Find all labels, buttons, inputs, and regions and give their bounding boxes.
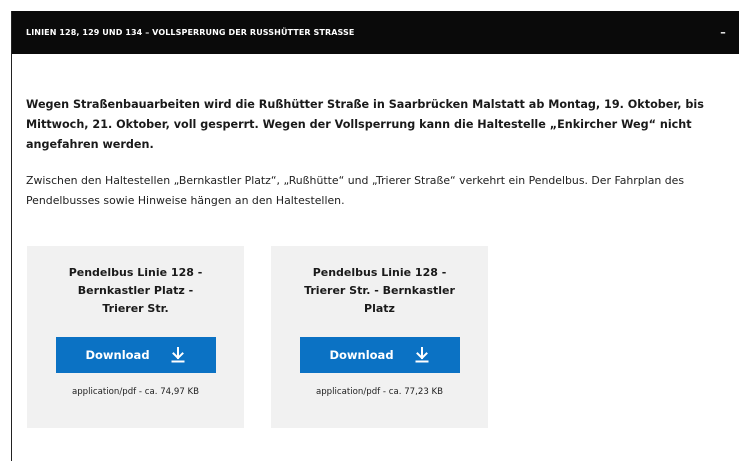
file-meta: application/pdf - ca. 74,97 KB [71, 387, 200, 397]
accordion-panel: LINIEN 128, 129 UND 134 – VOLLSPERRUNG D… [11, 11, 739, 461]
download-button[interactable]: Download [55, 337, 216, 373]
download-icon [170, 347, 186, 363]
download-card: Pendelbus Linie 128 - Bernkastler Platz … [27, 246, 244, 428]
download-button-label: Download [329, 348, 394, 362]
accordion-title: LINIEN 128, 129 UND 134 – VOLLSPERRUNG D… [26, 28, 355, 37]
download-card-title: Pendelbus Linie 128 - Trierer Str. - Ber… [304, 266, 455, 315]
download-button-label: Download [85, 348, 150, 362]
lead-paragraph: Wegen Straßenbauarbeiten wird die Rußhüt… [26, 98, 704, 151]
collapse-toggle[interactable]: – [717, 26, 729, 39]
body-paragraph: Zwischen den Haltestellen „Bernkastler P… [26, 174, 685, 207]
download-card: Pendelbus Linie 128 - Trierer Str. - Ber… [271, 246, 488, 428]
download-card-title: Pendelbus Linie 128 - Bernkastler Platz … [68, 266, 203, 315]
accordion-content: Wegen Straßenbauarbeiten wird die Rußhüt… [12, 95, 739, 211]
download-button[interactable]: Download [299, 337, 460, 373]
download-icon [414, 347, 430, 363]
file-meta: application/pdf - ca. 77,23 KB [315, 387, 444, 397]
download-cards: Pendelbus Linie 128 - Bernkastler Platz … [27, 246, 488, 428]
accordion-header[interactable]: LINIEN 128, 129 UND 134 – VOLLSPERRUNG D… [12, 11, 739, 54]
